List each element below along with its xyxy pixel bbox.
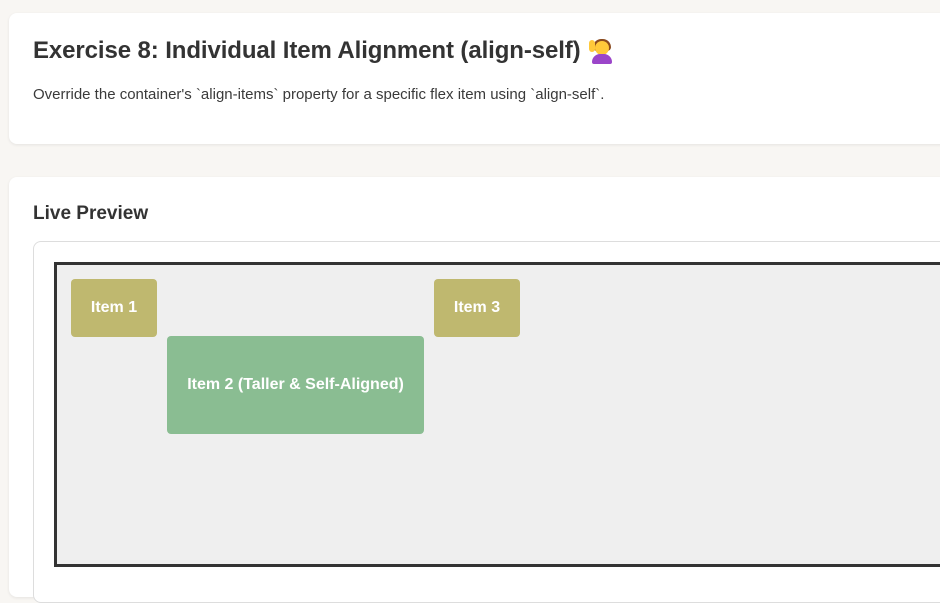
exercise-title: Exercise 8: Individual Item Alignment (a… — [33, 37, 581, 64]
live-preview-card: Live Preview Item 1 Item 2 (Taller & Sel… — [9, 177, 940, 603]
title-row: Exercise 8: Individual Item Alignment (a… — [33, 37, 615, 65]
flex-item-3: Item 3 — [434, 279, 520, 337]
exercise-header-card: Exercise 8: Individual Item Alignment (a… — [9, 13, 940, 144]
flex-item-1: Item 1 — [71, 279, 157, 337]
live-preview-title: Live Preview — [33, 203, 149, 224]
exercise-description: Override the container's `align-items` p… — [33, 86, 605, 103]
person-raising-hand-icon — [588, 38, 615, 64]
flex-item-2: Item 2 (Taller & Self-Aligned) — [167, 335, 424, 434]
preview-frame: Item 1 Item 2 (Taller & Self-Aligned) It… — [33, 241, 940, 603]
flex-container: Item 1 Item 2 (Taller & Self-Aligned) It… — [54, 262, 940, 567]
